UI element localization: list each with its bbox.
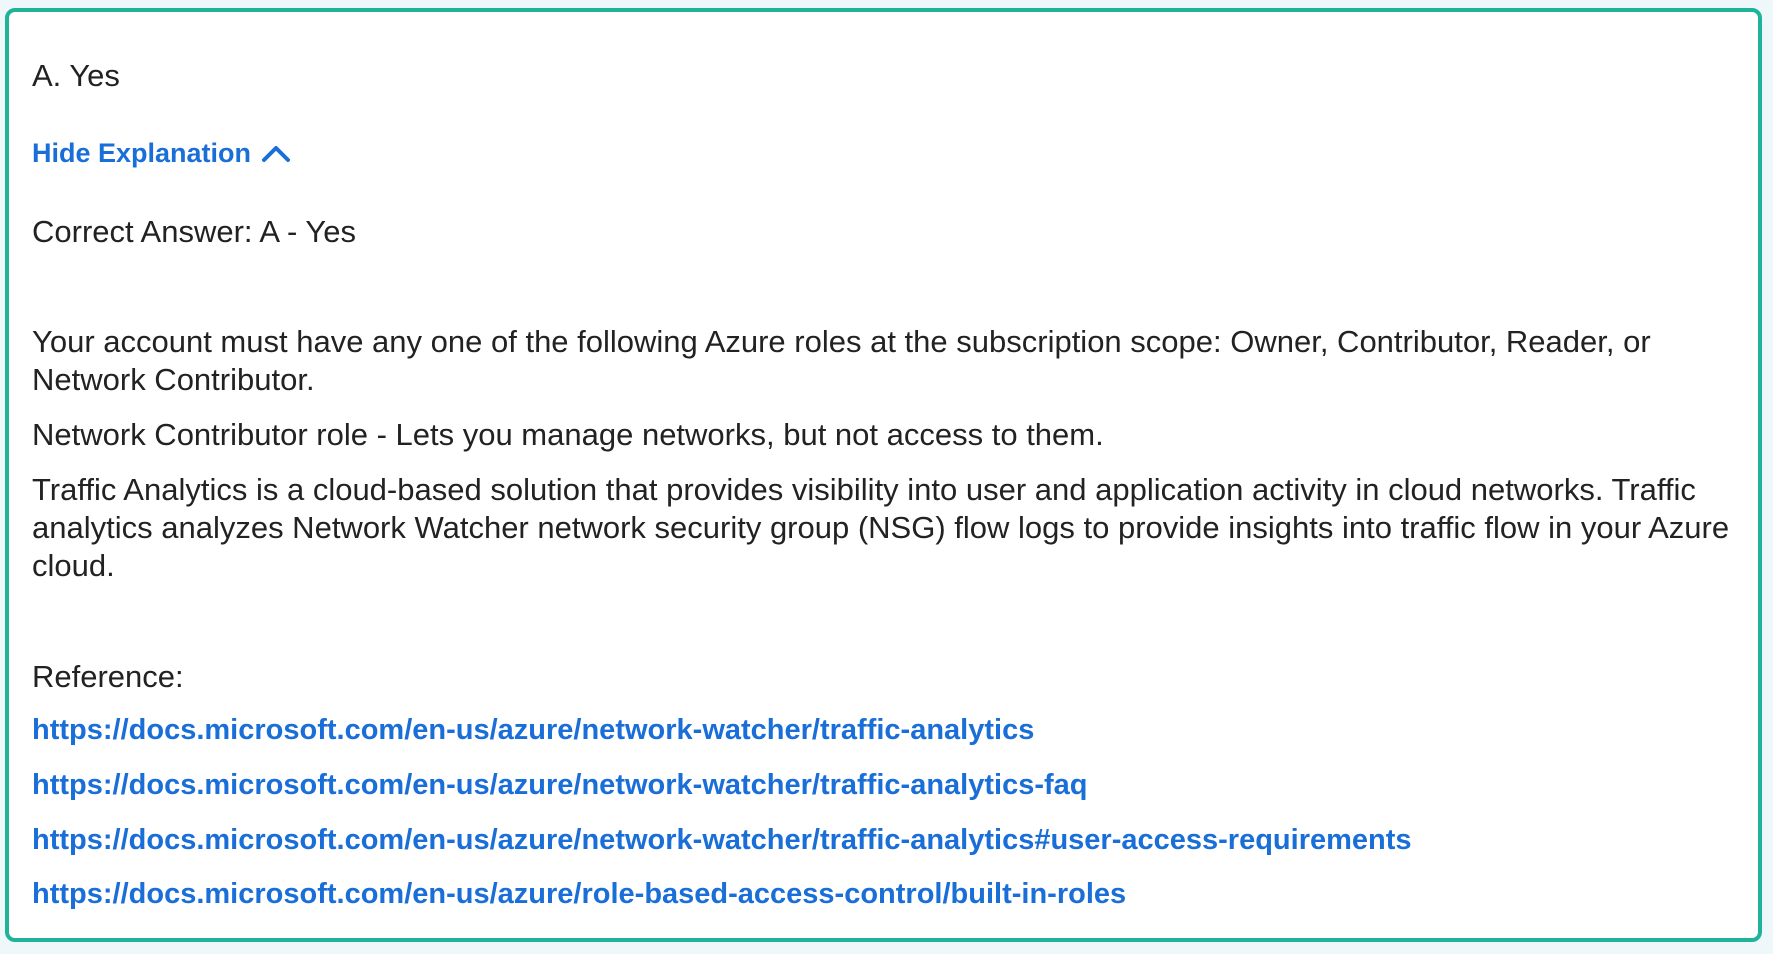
reference-link[interactable]: https://docs.microsoft.com/en-us/azure/n…	[32, 822, 1412, 858]
hide-explanation-toggle[interactable]: Hide Explanation	[32, 136, 291, 170]
explanation-paragraph: Your account must have any one of the fo…	[32, 324, 1651, 397]
chevron-up-icon	[262, 146, 291, 162]
reference-label: Reference:	[32, 659, 184, 694]
reference-link[interactable]: https://docs.microsoft.com/en-us/azure/r…	[32, 876, 1126, 912]
answer-option: A. Yes	[32, 58, 120, 93]
reference-link[interactable]: https://docs.microsoft.com/en-us/azure/n…	[32, 712, 1034, 748]
reference-link[interactable]: https://docs.microsoft.com/en-us/azure/n…	[32, 767, 1087, 803]
explanation-paragraph: Network Contributor role - Lets you mana…	[32, 417, 1104, 452]
correct-answer: Correct Answer: A - Yes	[32, 214, 356, 249]
explanation-paragraph: Traffic Analytics is a cloud-based solut…	[32, 472, 1730, 583]
explanation-card: A. Yes Hide Explanation Correct Answer: …	[5, 8, 1762, 942]
hide-explanation-label: Hide Explanation	[32, 138, 252, 168]
